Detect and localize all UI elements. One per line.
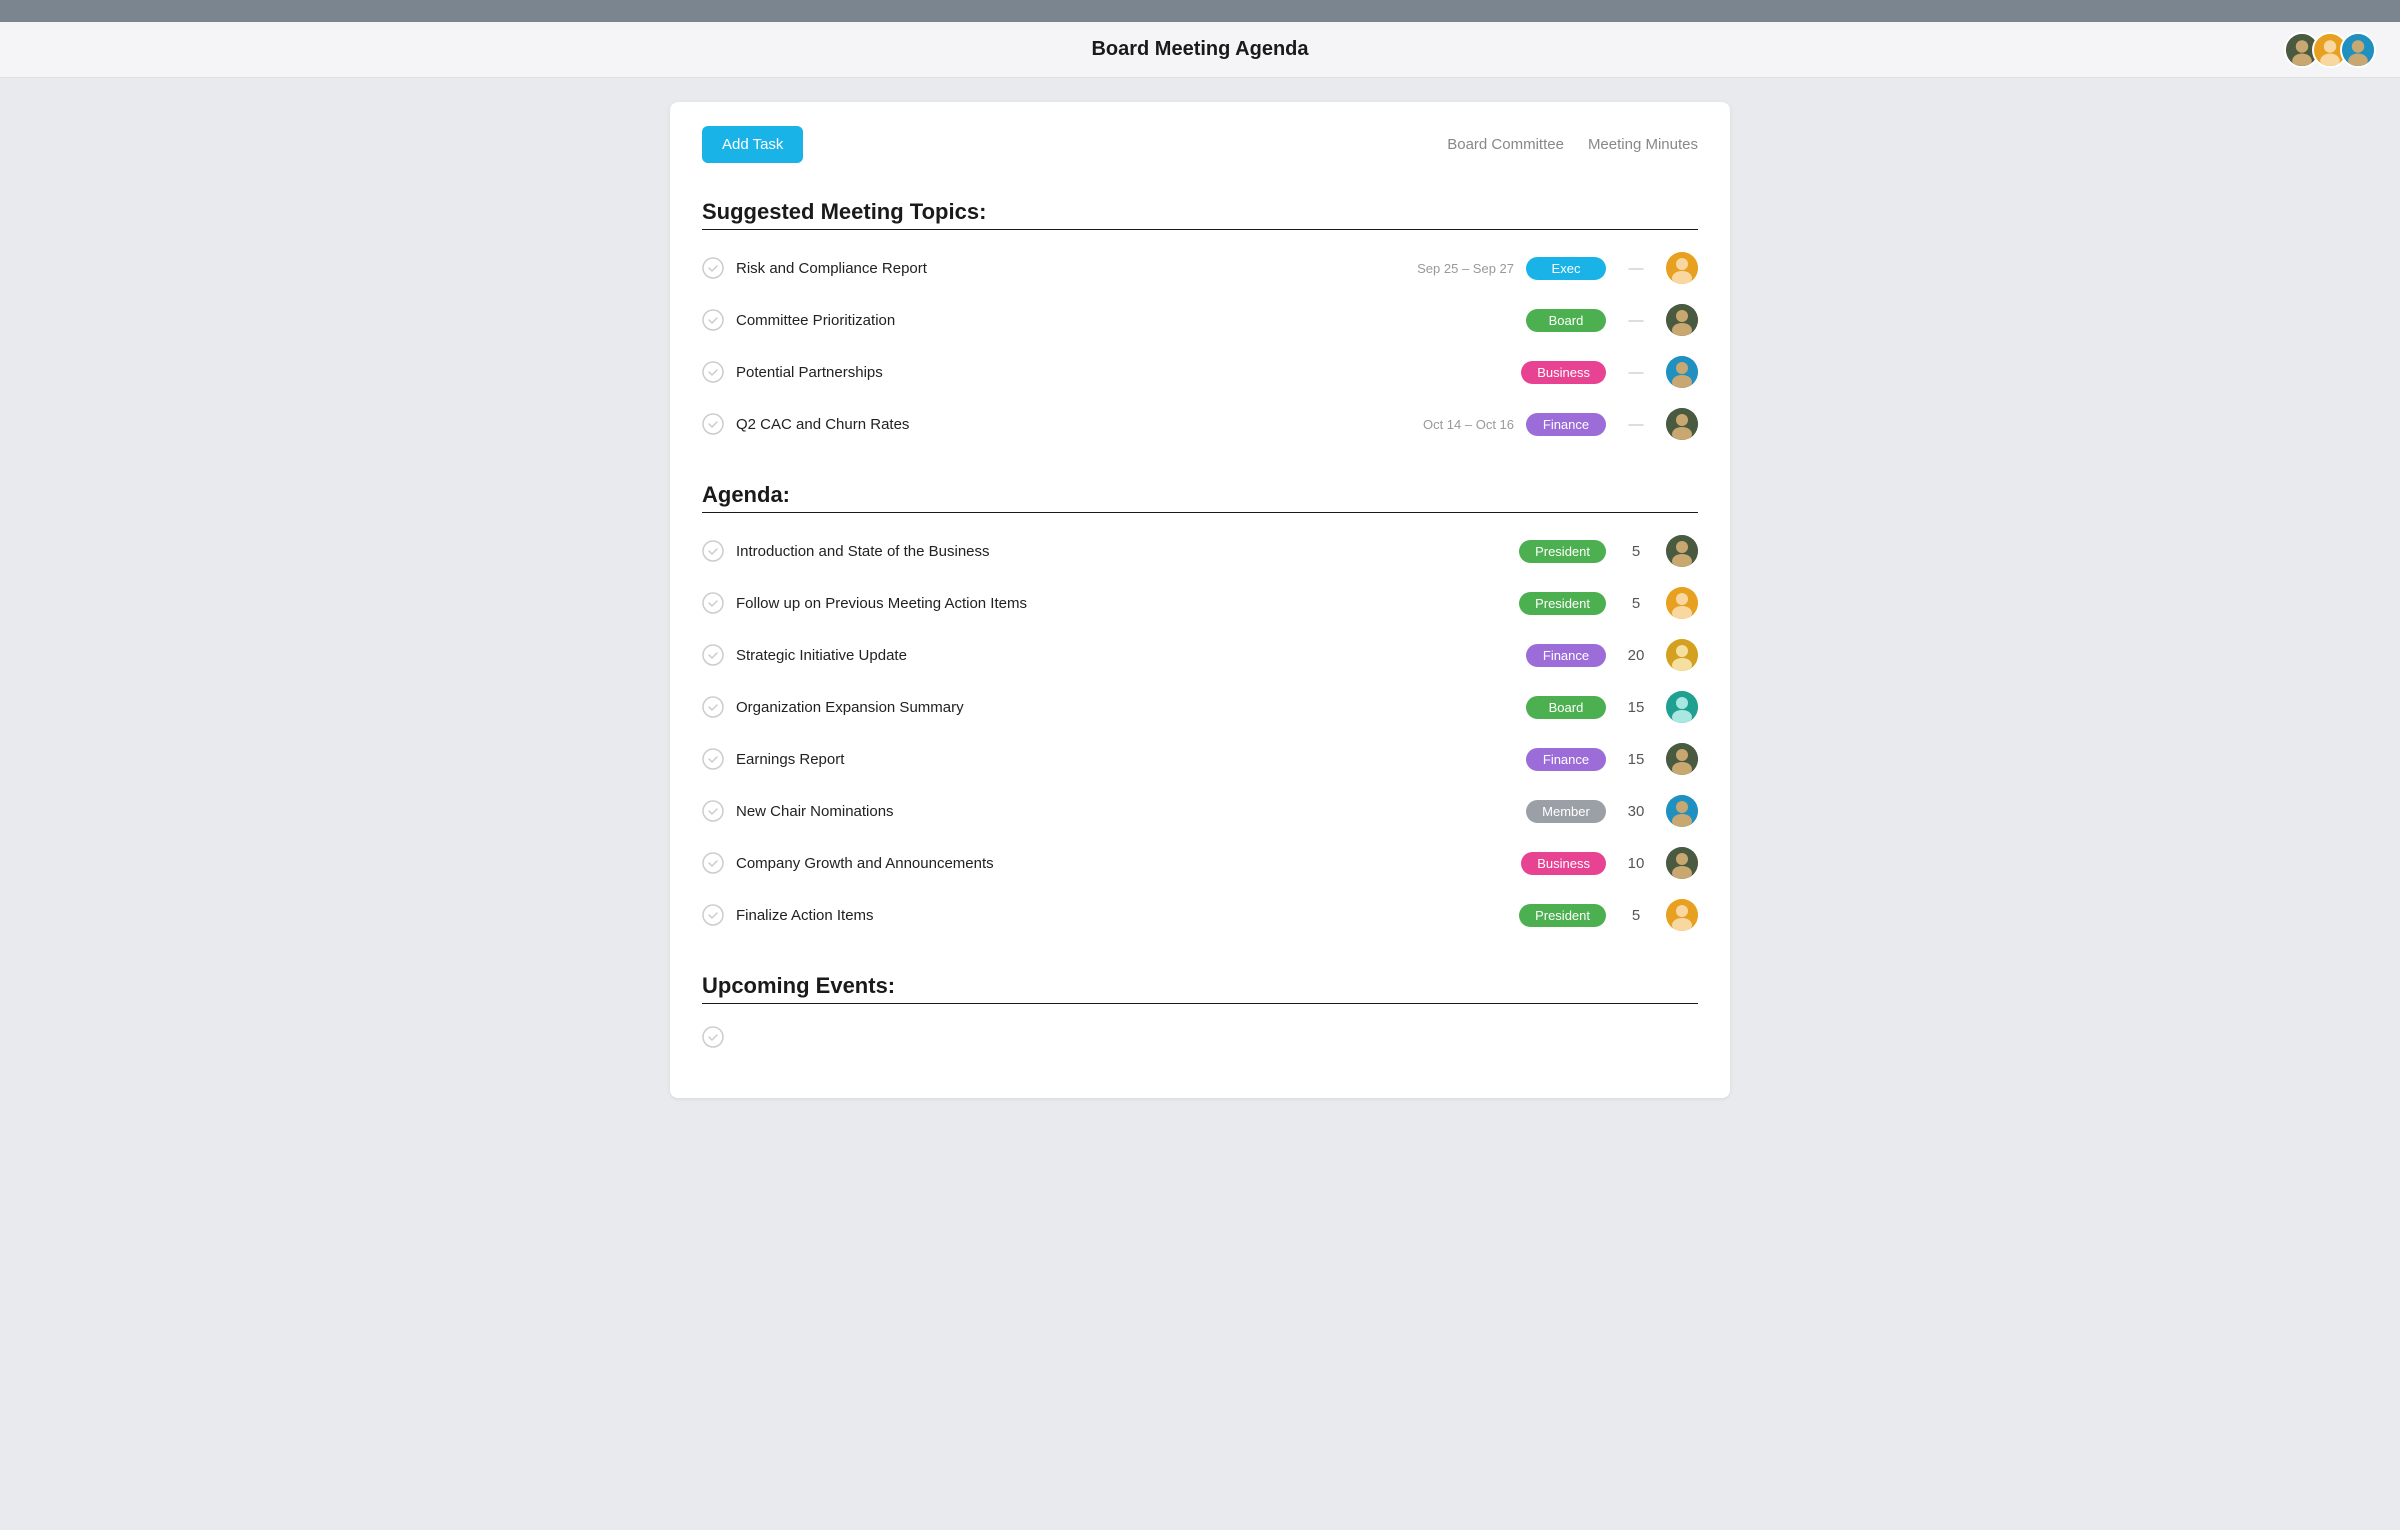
task-date: Sep 25 – Sep 27 bbox=[1374, 261, 1514, 276]
task-name: Potential Partnerships bbox=[736, 364, 1357, 381]
task-avatar bbox=[1666, 587, 1698, 619]
main-card: Add Task Board Committee Meeting Minutes… bbox=[670, 102, 1730, 1098]
task-avatar bbox=[1666, 847, 1698, 879]
section-divider-suggested bbox=[702, 229, 1698, 230]
task-tag: Business bbox=[1521, 852, 1606, 875]
table-row: Earnings Report Finance 15 bbox=[702, 733, 1698, 785]
table-row: New Chair Nominations Member 30 bbox=[702, 785, 1698, 837]
task-avatar bbox=[1666, 408, 1698, 440]
table-row: Introduction and State of the Business P… bbox=[702, 525, 1698, 577]
check-icon bbox=[702, 540, 724, 562]
task-avatar bbox=[1666, 356, 1698, 388]
task-name: New Chair Nominations bbox=[736, 803, 1362, 820]
board-committee-link[interactable]: Board Committee bbox=[1447, 136, 1564, 153]
check-icon bbox=[702, 800, 724, 822]
task-avatar bbox=[1666, 639, 1698, 671]
task-name: Introduction and State of the Business bbox=[736, 543, 1355, 560]
task-avatar bbox=[1666, 743, 1698, 775]
task-name: Risk and Compliance Report bbox=[736, 260, 1362, 277]
table-row: Q2 CAC and Churn Rates Oct 14 – Oct 16 F… bbox=[702, 398, 1698, 450]
task-minutes: 20 bbox=[1618, 647, 1654, 664]
meeting-minutes-link[interactable]: Meeting Minutes bbox=[1588, 136, 1698, 153]
table-row: Follow up on Previous Meeting Action Ite… bbox=[702, 577, 1698, 629]
task-name: Company Growth and Announcements bbox=[736, 855, 1357, 872]
task-avatar bbox=[1666, 795, 1698, 827]
check-icon bbox=[702, 904, 724, 926]
task-name: Committee Prioritization bbox=[736, 312, 1362, 329]
task-avatar bbox=[1666, 535, 1698, 567]
task-tag: President bbox=[1519, 540, 1606, 563]
task-minutes: — bbox=[1618, 416, 1654, 433]
page-background: Add Task Board Committee Meeting Minutes… bbox=[0, 78, 2400, 1122]
check-icon bbox=[702, 413, 724, 435]
task-minutes: 5 bbox=[1618, 907, 1654, 924]
header-avatars bbox=[2284, 32, 2376, 68]
check-icon bbox=[702, 257, 724, 279]
table-row: Strategic Initiative Update Finance 20 bbox=[702, 629, 1698, 681]
task-tag: Business bbox=[1521, 361, 1606, 384]
task-minutes: 5 bbox=[1618, 595, 1654, 612]
section-agenda-title: Agenda: bbox=[702, 474, 1698, 508]
task-tag: Finance bbox=[1526, 644, 1606, 667]
task-date: Oct 14 – Oct 16 bbox=[1374, 417, 1514, 432]
task-tag: Finance bbox=[1526, 413, 1606, 436]
task-tag: President bbox=[1519, 592, 1606, 615]
header: Board Meeting Agenda bbox=[0, 22, 2400, 78]
task-avatar bbox=[1666, 252, 1698, 284]
task-minutes: 5 bbox=[1618, 543, 1654, 560]
task-minutes: 10 bbox=[1618, 855, 1654, 872]
task-minutes: — bbox=[1618, 312, 1654, 329]
check-icon bbox=[702, 592, 724, 614]
check-icon bbox=[702, 309, 724, 331]
avatar-3 bbox=[2340, 32, 2376, 68]
check-icon bbox=[702, 361, 724, 383]
section-divider-agenda bbox=[702, 512, 1698, 513]
task-tag: Board bbox=[1526, 309, 1606, 332]
task-name: Follow up on Previous Meeting Action Ite… bbox=[736, 595, 1355, 612]
section-upcoming: Upcoming Events: bbox=[702, 965, 1698, 1058]
add-task-button[interactable]: Add Task bbox=[702, 126, 803, 163]
top-bar bbox=[0, 0, 2400, 22]
table-row: Risk and Compliance Report Sep 25 – Sep … bbox=[702, 242, 1698, 294]
page-title: Board Meeting Agenda bbox=[1091, 38, 1308, 61]
task-avatar bbox=[1666, 899, 1698, 931]
task-minutes: 30 bbox=[1618, 803, 1654, 820]
task-tag: President bbox=[1519, 904, 1606, 927]
table-row bbox=[702, 1016, 1698, 1058]
task-avatar bbox=[1666, 691, 1698, 723]
task-name: Organization Expansion Summary bbox=[736, 699, 1362, 716]
section-divider-upcoming bbox=[702, 1003, 1698, 1004]
check-icon bbox=[702, 1026, 724, 1048]
task-tag: Board bbox=[1526, 696, 1606, 719]
check-icon bbox=[702, 748, 724, 770]
toolbar: Add Task Board Committee Meeting Minutes bbox=[702, 126, 1698, 163]
table-row: Committee Prioritization Board — bbox=[702, 294, 1698, 346]
check-icon bbox=[702, 644, 724, 666]
task-tag: Exec bbox=[1526, 257, 1606, 280]
task-minutes: 15 bbox=[1618, 699, 1654, 716]
section-upcoming-title: Upcoming Events: bbox=[702, 965, 1698, 999]
table-row: Organization Expansion Summary Board 15 bbox=[702, 681, 1698, 733]
section-agenda: Agenda: Introduction and State of the Bu… bbox=[702, 474, 1698, 941]
check-icon bbox=[702, 696, 724, 718]
table-row: Potential Partnerships Business — bbox=[702, 346, 1698, 398]
task-name: Finalize Action Items bbox=[736, 907, 1355, 924]
section-suggested-title: Suggested Meeting Topics: bbox=[702, 191, 1698, 225]
task-name: Strategic Initiative Update bbox=[736, 647, 1362, 664]
task-name: Earnings Report bbox=[736, 751, 1362, 768]
task-tag: Member bbox=[1526, 800, 1606, 823]
task-avatar bbox=[1666, 304, 1698, 336]
task-minutes: — bbox=[1618, 364, 1654, 381]
task-minutes: — bbox=[1618, 260, 1654, 277]
table-row: Company Growth and Announcements Busines… bbox=[702, 837, 1698, 889]
table-row: Finalize Action Items President 5 bbox=[702, 889, 1698, 941]
check-icon bbox=[702, 852, 724, 874]
task-tag: Finance bbox=[1526, 748, 1606, 771]
section-suggested: Suggested Meeting Topics: Risk and Compl… bbox=[702, 191, 1698, 450]
toolbar-links: Board Committee Meeting Minutes bbox=[1447, 136, 1698, 153]
task-minutes: 15 bbox=[1618, 751, 1654, 768]
task-name: Q2 CAC and Churn Rates bbox=[736, 416, 1362, 433]
